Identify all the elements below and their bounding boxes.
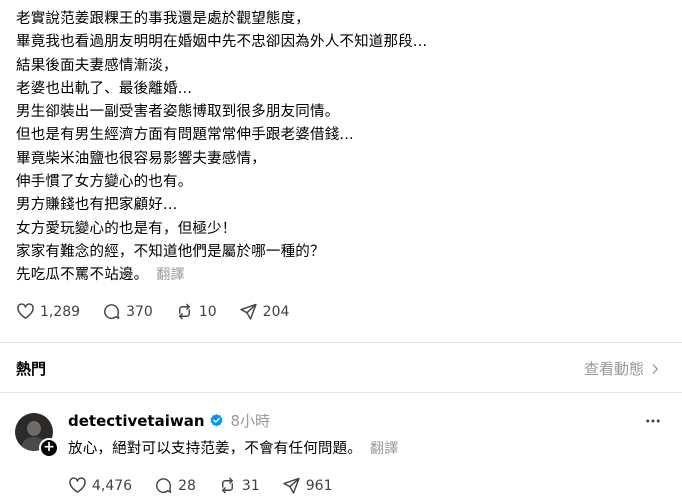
- divider: [0, 392, 682, 393]
- reply-repost-button[interactable]: 31: [218, 476, 260, 495]
- view-activity-label: 查看動態: [583, 360, 644, 378]
- reply-header: detectivetaiwan 8小時: [68, 410, 270, 431]
- post-reply-button[interactable]: 370: [102, 302, 153, 321]
- reply-repost-count: 31: [241, 477, 260, 494]
- avatar-head: [27, 421, 41, 436]
- post-body: 老實說范姜跟粿王的事我還是處於觀望態度， 畢竟我也看過朋友明明在婚姻中先不忠卻因…: [16, 8, 656, 288]
- post-reply-count: 370: [126, 303, 153, 320]
- post-line: 女方愛玩變心的也是有，但極少！: [16, 220, 237, 237]
- post-line: 畢竟柴米油鹽也很容易影響夫妻感情，: [16, 150, 266, 167]
- heart-icon: [17, 303, 34, 319]
- reply-share-button[interactable]: 961: [282, 476, 333, 495]
- post-line: 老實說范姜跟粿王的事我還是處於觀望態度，: [16, 11, 310, 27]
- reply-translate-button[interactable]: 翻譯: [370, 441, 398, 457]
- repost-icon: [221, 477, 233, 494]
- post-line: 家家有難念的經，不知道他們是屬於哪一種的？: [16, 243, 325, 260]
- post-line: 老婆也出軌了、最後離婚...: [16, 80, 193, 97]
- post-translate-button[interactable]: 翻譯: [156, 267, 184, 283]
- reply-timestamp: 8小時: [230, 412, 271, 430]
- reply-text: 放心，絕對可以支持范姜，不會有任何問題。: [68, 441, 362, 457]
- heart-icon: [69, 477, 86, 493]
- post-actions: 1,289 370 10 204: [16, 302, 311, 321]
- reply-actions: 4,476 28 31 961: [68, 476, 354, 495]
- verified-badge-icon: [210, 413, 223, 427]
- post-share-count: 204: [262, 303, 290, 320]
- post-like-button[interactable]: 1,289: [16, 302, 80, 321]
- repost-icon: [178, 303, 190, 320]
- post-repost-button[interactable]: 10: [175, 302, 217, 321]
- post-line-text: 先吃瓜不罵不站邊。: [16, 267, 149, 284]
- reply-reply-count: 28: [178, 477, 196, 494]
- post-repost-count: 10: [198, 303, 217, 320]
- comment-icon: [104, 304, 120, 320]
- post-like-count: 1,289: [40, 303, 81, 320]
- sort-hot-tab[interactable]: 熱門: [16, 358, 46, 379]
- follow-plus-icon[interactable]: +: [39, 438, 59, 458]
- chevron-right-icon: [652, 363, 658, 374]
- post-share-button[interactable]: 204: [239, 302, 290, 321]
- reply-share-count: 961: [305, 477, 333, 494]
- post-line: 但也是有男生經濟方面有問題常常伸手跟老婆借錢...: [16, 127, 354, 144]
- post-line: 伸手慣了女方變心的也有。: [16, 174, 193, 191]
- reply-body: 放心，絕對可以支持范姜，不會有任何問題。 翻譯: [68, 437, 398, 458]
- more-options-icon[interactable]: [644, 412, 662, 430]
- reply-like-button[interactable]: 4,476: [68, 476, 132, 495]
- reply-reply-button[interactable]: 28: [154, 476, 196, 495]
- view-activity-link[interactable]: 查看動態: [584, 358, 662, 379]
- send-icon: [239, 303, 257, 320]
- send-icon: [283, 477, 300, 494]
- post-line: 結果後面夫妻感情漸淡，: [16, 57, 178, 74]
- post-line-last: 先吃瓜不罵不站邊。 翻譯: [16, 264, 656, 287]
- post-line: 男方賺錢也有把家顧好...: [16, 197, 178, 214]
- divider: [0, 342, 682, 343]
- post-line: 畢竟我也看過朋友明明在婚姻中先不忠卻因為外人不知道那段...: [16, 34, 428, 51]
- post-line: 男生卻裝出一副受害者姿態博取到很多朋友同情。: [16, 104, 340, 121]
- reply-like-count: 4,476: [92, 477, 133, 494]
- reply-username[interactable]: detectivetaiwan: [68, 412, 205, 430]
- comment-icon: [156, 478, 172, 494]
